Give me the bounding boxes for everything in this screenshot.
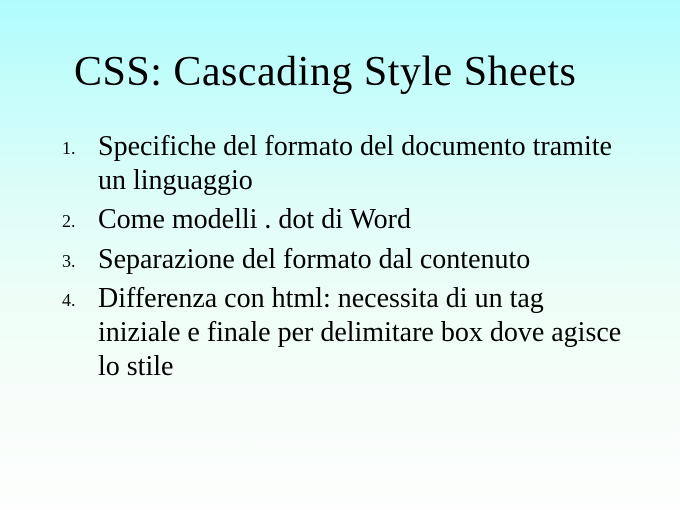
slide-title: CSS: Cascading Style Sheets (74, 48, 630, 96)
list-text: Separazione del formato dal contenuto (98, 243, 630, 277)
list-text: Differenza con html: necessita di un tag… (98, 282, 630, 383)
list-text: Specifiche del formato del documento tra… (98, 130, 630, 197)
list-number: 1. (58, 130, 98, 159)
list-item: 2. Come modelli . dot di Word (58, 203, 630, 237)
list-number: 4. (58, 282, 98, 311)
list-text: Come modelli . dot di Word (98, 203, 630, 237)
list-number: 2. (58, 203, 98, 232)
slide: CSS: Cascading Style Sheets 1. Specifich… (0, 0, 680, 510)
numbered-list: 1. Specifiche del formato del documento … (50, 130, 630, 383)
list-item: 4. Differenza con html: necessita di un … (58, 282, 630, 383)
list-item: 1. Specifiche del formato del documento … (58, 130, 630, 197)
list-item: 3. Separazione del formato dal contenuto (58, 243, 630, 277)
list-number: 3. (58, 243, 98, 272)
